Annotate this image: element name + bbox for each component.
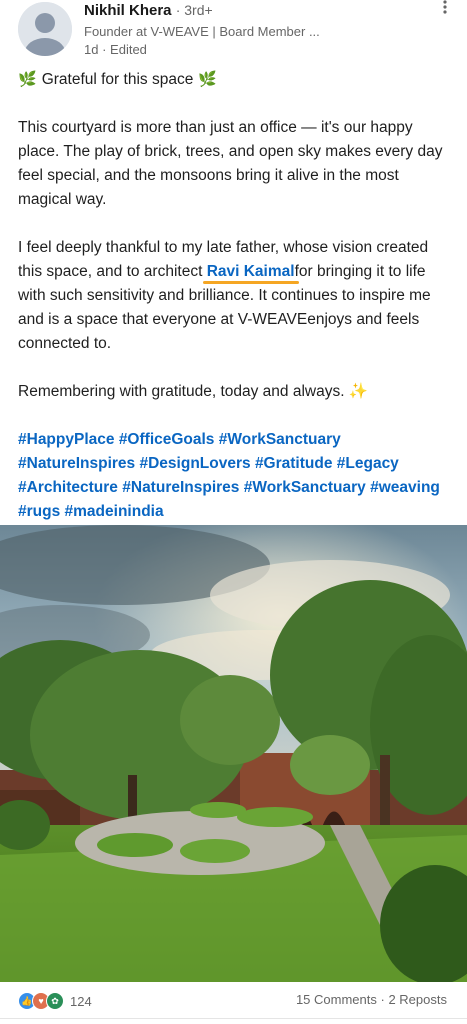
hashtag[interactable]: #NatureInspires: [122, 479, 239, 496]
hashtag[interactable]: #OfficeGoals: [119, 431, 215, 448]
reaction-count: 124: [70, 993, 92, 1009]
support-icon: ✿: [46, 992, 64, 1010]
hashtag[interactable]: #WorkSanctuary: [219, 431, 341, 448]
hashtag[interactable]: #DesignLovers: [139, 455, 250, 472]
post-image[interactable]: [0, 525, 467, 982]
hashtag[interactable]: #Legacy: [337, 455, 399, 472]
connection-degree: 3rd+: [184, 2, 213, 18]
hashtag[interactable]: #madeinindia: [65, 503, 164, 520]
hashtag-list: #HappyPlace #OfficeGoals #WorkSanctuary …: [18, 428, 448, 524]
post-body: 🌿 Grateful for this space 🌿 This courtya…: [18, 68, 448, 524]
herb-icon: 🌿: [198, 71, 217, 88]
edited-label: Edited: [110, 42, 147, 57]
post-header: Nikhil Khera · 3rd+ Founder at V-WEAVE |…: [0, 0, 467, 64]
post-title: Grateful for this space: [41, 71, 194, 88]
post-meta: 1d · Edited: [84, 42, 147, 57]
post-paragraph-1: This courtyard is more than just an offi…: [18, 119, 443, 208]
post-paragraph-3: Remembering with gratitude, today and al…: [18, 383, 369, 400]
author-headline: Founder at V-WEAVE | Board Member ...: [84, 24, 320, 39]
hashtag[interactable]: #NatureInspires: [18, 455, 135, 472]
hashtag[interactable]: #WorkSanctuary: [244, 479, 366, 496]
author-name[interactable]: Nikhil Khera: [84, 2, 172, 19]
engagement-counts: 15 Comments · 2 Reposts: [295, 992, 447, 1007]
reposts-count[interactable]: 2 Reposts: [388, 992, 447, 1007]
post-time: 1d: [84, 42, 99, 57]
hashtag[interactable]: #rugs: [18, 503, 60, 520]
more-options-icon[interactable]: [443, 0, 447, 14]
comments-count[interactable]: 15 Comments: [296, 992, 377, 1007]
hashtag[interactable]: #weaving: [370, 479, 440, 496]
author-name-row: Nikhil Khera · 3rd+: [84, 2, 213, 19]
hashtag[interactable]: #Architecture: [18, 479, 118, 496]
author-avatar[interactable]: [18, 2, 72, 56]
post-paragraph-2: I feel deeply thankful to my late father…: [18, 239, 431, 352]
post-title-line: 🌿 Grateful for this space 🌿: [18, 68, 448, 92]
sparkles-icon: ✨: [348, 383, 369, 400]
reactions-summary[interactable]: 👍 ♥ ✿ 124: [18, 992, 92, 1010]
divider: [0, 1018, 467, 1019]
hashtag[interactable]: #Gratitude: [255, 455, 333, 472]
social-counts-bar: 👍 ♥ ✿ 124 15 Comments · 2 Reposts: [0, 986, 467, 1016]
mention-link[interactable]: Ravi Kaimal: [207, 263, 295, 280]
herb-icon: 🌿: [18, 71, 37, 88]
hashtag[interactable]: #HappyPlace: [18, 431, 115, 448]
